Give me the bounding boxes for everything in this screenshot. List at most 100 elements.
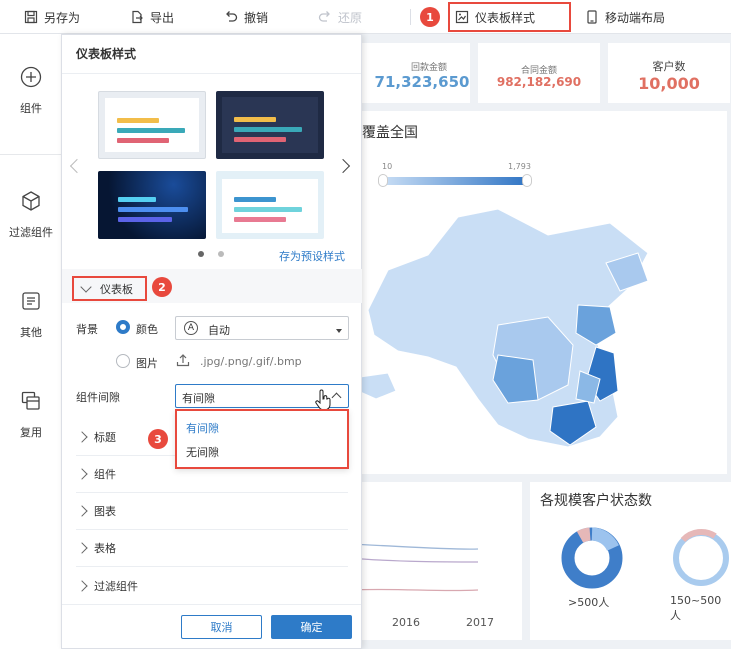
section-row-table[interactable]: 表格 bbox=[76, 530, 348, 567]
image-format-hint: .jpg/.png/.gif/.bmp bbox=[200, 355, 302, 368]
map-card[interactable]: 户覆盖全国 数 10 1,793 bbox=[348, 111, 727, 474]
legend-handle-max[interactable] bbox=[522, 174, 532, 187]
add-circle-icon bbox=[20, 66, 42, 88]
rail-item-filter[interactable]: 过滤组件 bbox=[0, 190, 62, 240]
preset-style-light[interactable] bbox=[98, 91, 206, 159]
mobile-layout-button[interactable]: 移动端布局 bbox=[585, 0, 665, 34]
background-label: 背景 bbox=[76, 323, 98, 336]
kpi-label: 回款金额 bbox=[410, 63, 447, 73]
donut-chart-medium[interactable] bbox=[669, 526, 731, 590]
hand-cursor-icon bbox=[315, 389, 331, 411]
dropdown-option-gap[interactable]: 有间隙 bbox=[186, 420, 219, 436]
map-legend-min: 10 bbox=[382, 162, 393, 171]
undo-label: 撤销 bbox=[244, 10, 269, 25]
document-icon bbox=[22, 292, 40, 310]
legend-handle-min[interactable] bbox=[378, 174, 388, 187]
mobile-icon bbox=[587, 10, 597, 24]
upload-icon[interactable] bbox=[176, 353, 190, 367]
chevron-right-icon bbox=[76, 468, 88, 480]
carousel-dot[interactable] bbox=[218, 251, 224, 257]
export-button[interactable]: 导出 bbox=[130, 0, 174, 34]
step-badge-1: 1 bbox=[420, 7, 440, 27]
cancel-button[interactable]: 取消 bbox=[181, 615, 262, 639]
radio-image[interactable] bbox=[116, 354, 130, 368]
spacing-dropdown: 有间隙 无间隙 bbox=[175, 409, 349, 469]
map-legend-gradient[interactable] bbox=[382, 177, 528, 185]
chevron-right-icon bbox=[76, 579, 88, 592]
donut-chart-large[interactable] bbox=[560, 526, 624, 590]
preset-style-dark[interactable] bbox=[216, 91, 324, 159]
kpi-card-receipts[interactable]: 回款金额 71,323,650 bbox=[348, 43, 470, 103]
dashboard-style-panel: 仪表板样式 存为预设样式 仪表板 2 背景 颜色 A 自动 图片 .jpg/.p… bbox=[61, 34, 362, 649]
dropdown-option-no-gap[interactable]: 无间隙 bbox=[186, 444, 219, 460]
dashboard-style-icon bbox=[455, 10, 469, 24]
kpi-label: 客户数 bbox=[652, 60, 686, 73]
confirm-button[interactable]: 确定 bbox=[271, 615, 352, 639]
mobile-layout-label: 移动端布局 bbox=[605, 10, 666, 25]
donut-label: >500人 bbox=[568, 596, 610, 609]
left-rail: 组件 过滤组件 其他 复用 bbox=[0, 34, 62, 649]
rail-item-component[interactable]: 组件 bbox=[0, 66, 62, 116]
toolbar-divider bbox=[410, 9, 411, 25]
carousel-dot-active[interactable] bbox=[198, 251, 204, 257]
chevron-right-icon bbox=[76, 431, 88, 443]
chevron-right-icon bbox=[76, 542, 88, 554]
copy-icon bbox=[21, 391, 40, 410]
rail-item-other[interactable]: 其他 bbox=[0, 290, 62, 340]
redo-icon bbox=[318, 11, 330, 22]
chevron-up-icon bbox=[331, 392, 342, 403]
undo-button[interactable]: 撤销 bbox=[224, 0, 268, 34]
redo-label: 还原 bbox=[338, 10, 363, 25]
radio-image-label: 图片 bbox=[136, 357, 158, 370]
x-tick-label: 2016 bbox=[392, 616, 420, 629]
section-label-filter: 过滤组件 bbox=[94, 579, 138, 593]
export-label: 导出 bbox=[150, 10, 175, 25]
toolbar: 另存为 导出 撤销 还原 1 仪表板样式 移动端布局 bbox=[0, 0, 731, 34]
rail-label-filter: 过滤组件 bbox=[9, 226, 53, 239]
chevron-down-icon bbox=[80, 280, 92, 293]
spacing-select-value: 有间隙 bbox=[182, 392, 215, 405]
save-as-label: 另存为 bbox=[44, 10, 81, 25]
section-label-chart: 图表 bbox=[94, 505, 116, 518]
dashboard-style-button[interactable]: 仪表板样式 bbox=[455, 0, 535, 34]
section-label-dashboard: 仪表板 bbox=[100, 282, 133, 296]
carousel-next-icon[interactable] bbox=[335, 158, 351, 174]
save-preset-link[interactable]: 存为预设样式 bbox=[279, 248, 345, 264]
preset-style-fresh[interactable] bbox=[216, 171, 324, 239]
radio-color[interactable] bbox=[116, 320, 130, 334]
kpi-card-contract[interactable]: 合同金额 982,182,690 bbox=[478, 43, 600, 103]
section-row-chart[interactable]: 图表 bbox=[76, 493, 348, 530]
color-select[interactable]: A 自动 bbox=[175, 316, 349, 340]
radio-color-label: 颜色 bbox=[136, 323, 158, 336]
x-tick-label: 2017 bbox=[466, 616, 494, 629]
color-select-value: 自动 bbox=[208, 324, 230, 337]
line-chart-card[interactable]: 2016 2017 bbox=[348, 482, 522, 640]
preset-style-tech[interactable] bbox=[98, 171, 206, 239]
donut-card-title: 各规模客户状态数 bbox=[540, 493, 652, 509]
panel-title: 仪表板样式 bbox=[76, 47, 137, 61]
export-icon bbox=[132, 10, 143, 24]
save-icon bbox=[24, 10, 38, 24]
map-legend-max: 1,793 bbox=[508, 162, 531, 171]
donut-label: 150~500人 bbox=[670, 594, 722, 622]
section-row-filter[interactable]: 过滤组件 bbox=[76, 567, 348, 604]
line-chart bbox=[348, 543, 479, 592]
spacing-label: 组件间隙 bbox=[76, 391, 120, 404]
save-as-button[interactable]: 另存为 bbox=[24, 0, 80, 34]
section-label-title: 标题 bbox=[94, 431, 116, 444]
dashboard-style-label: 仪表板样式 bbox=[475, 10, 536, 25]
carousel-prev-icon[interactable] bbox=[69, 158, 85, 174]
kpi-value: 71,323,650 bbox=[374, 73, 470, 91]
rail-divider bbox=[0, 154, 62, 155]
china-map[interactable] bbox=[348, 195, 727, 474]
rail-label-reuse: 复用 bbox=[20, 426, 42, 439]
kpi-card-customers[interactable]: 客户数 10,000 bbox=[608, 43, 730, 103]
rail-label-other: 其他 bbox=[20, 326, 42, 339]
redo-button[interactable]: 还原 bbox=[318, 0, 362, 34]
chevron-right-icon bbox=[76, 505, 88, 517]
donut-chart-card[interactable]: 各规模客户状态数 >500人 150~500人 bbox=[530, 482, 731, 640]
section-header-dashboard[interactable]: 仪表板 bbox=[72, 276, 147, 301]
rail-item-reuse[interactable]: 复用 bbox=[0, 390, 62, 440]
cube-icon bbox=[22, 191, 40, 211]
step-badge-2: 2 bbox=[152, 277, 172, 297]
